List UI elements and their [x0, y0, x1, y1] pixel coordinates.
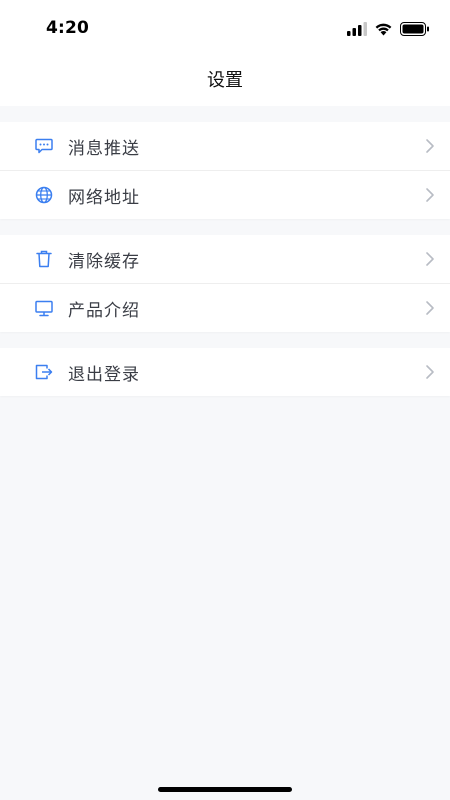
chevron-right-icon — [425, 138, 435, 154]
settings-group-3: 退出登录 — [0, 348, 450, 396]
battery-icon — [400, 21, 430, 40]
row-message-push[interactable]: 消息推送 — [0, 122, 450, 170]
settings-group-2: 清除缓存 产品介绍 — [0, 235, 450, 332]
row-product-intro[interactable]: 产品介绍 — [0, 283, 450, 332]
row-label-clear-cache: 清除缓存 — [68, 251, 140, 272]
logout-icon — [35, 363, 53, 381]
row-label-network-address: 网络地址 — [68, 187, 140, 208]
row-clear-cache[interactable]: 清除缓存 — [0, 235, 450, 283]
chevron-right-icon — [425, 364, 435, 380]
trash-icon — [35, 250, 53, 268]
row-logout[interactable]: 退出登录 — [0, 348, 450, 396]
message-icon — [35, 137, 53, 155]
globe-icon — [35, 186, 53, 204]
settings-group-1: 消息推送 网络地址 — [0, 122, 450, 219]
header: 4:20 设置 — [0, 0, 450, 106]
chevron-right-icon — [425, 300, 435, 316]
row-label-message-push: 消息推送 — [68, 138, 140, 159]
status-bar: 4:20 — [0, 0, 450, 56]
wifi-icon — [374, 21, 393, 40]
page-title: 设置 — [207, 70, 243, 91]
monitor-icon — [35, 299, 53, 317]
chevron-right-icon — [425, 251, 435, 267]
status-icons — [347, 20, 430, 40]
row-network-address[interactable]: 网络地址 — [0, 170, 450, 219]
row-label-product-intro: 产品介绍 — [68, 300, 140, 321]
chevron-right-icon — [425, 187, 435, 203]
home-indicator[interactable] — [158, 787, 292, 792]
row-label-logout: 退出登录 — [68, 364, 140, 385]
signal-icon — [347, 21, 367, 40]
status-time: 4:20 — [46, 18, 90, 38]
